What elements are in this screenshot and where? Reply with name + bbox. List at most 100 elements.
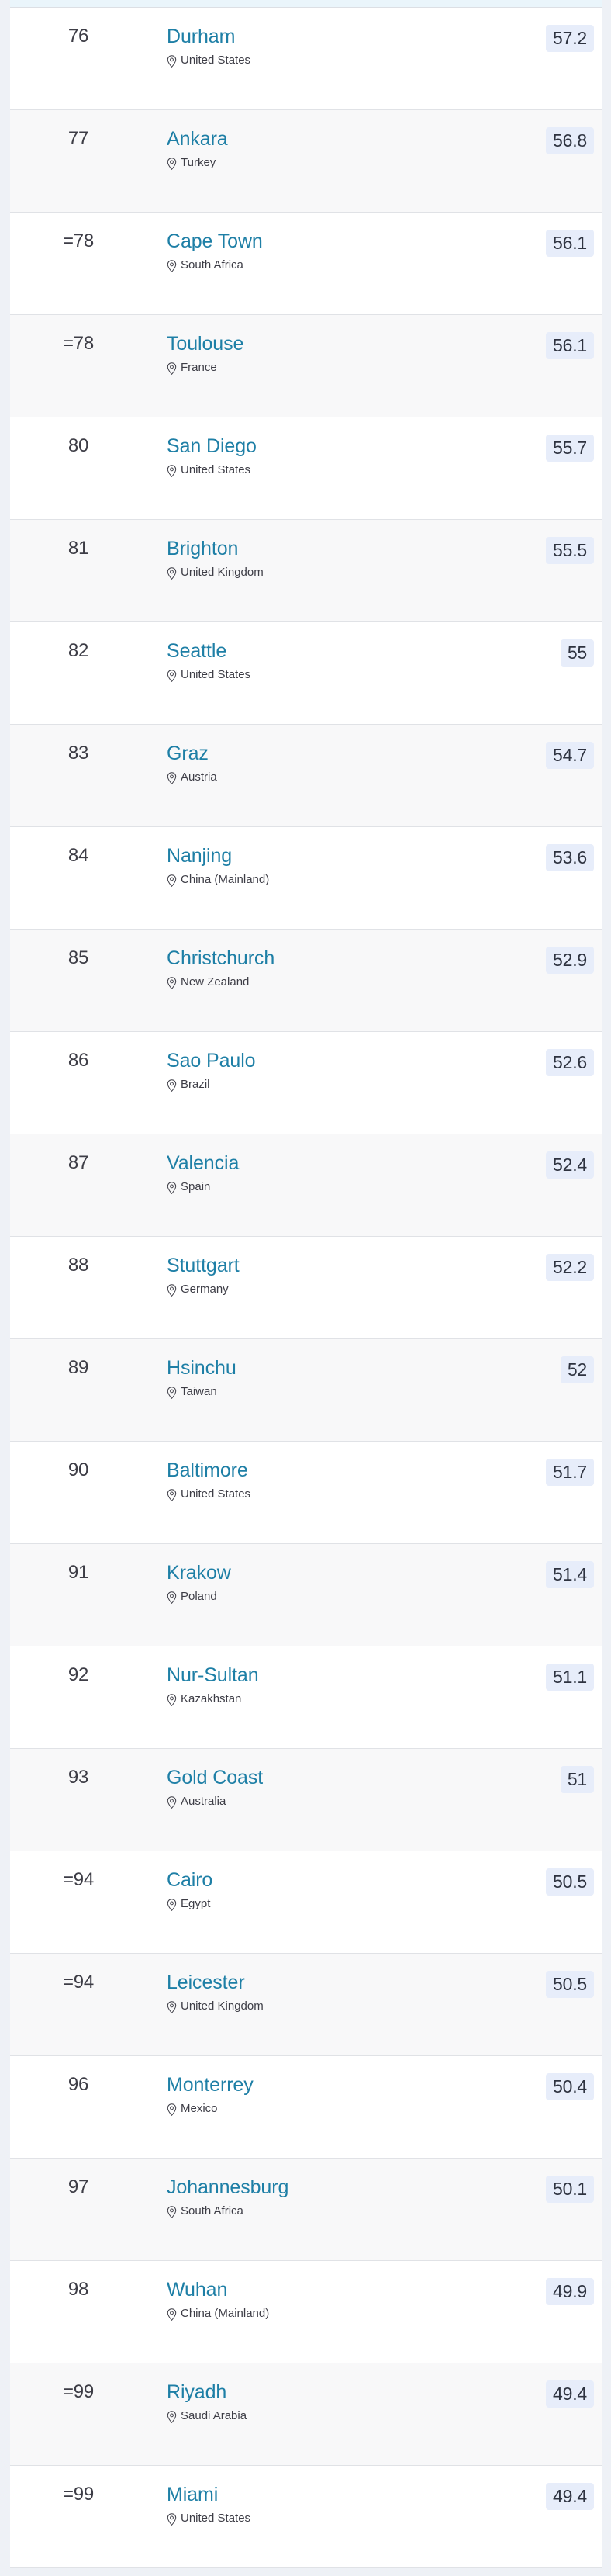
city-name-link[interactable]: Valencia xyxy=(167,1151,239,1175)
table-row[interactable]: 89 Hsinchu Taiwan 52 xyxy=(10,1339,602,1442)
city-name-link[interactable]: Stuttgart xyxy=(167,1254,240,1278)
city-country: Poland xyxy=(167,1588,485,1605)
city-name-link[interactable]: Cairo xyxy=(167,1868,212,1892)
score-badge: 51.7 xyxy=(546,1459,594,1486)
city-country: Turkey xyxy=(167,154,485,171)
location-pin-icon xyxy=(167,260,177,273)
rank-cell-89: 89 xyxy=(67,1357,89,1378)
table-row[interactable]: 96 Monterrey Mexico 50.4 xyxy=(10,2056,602,2159)
city-name-link[interactable]: Miami xyxy=(167,2483,218,2507)
table-row[interactable]: 81 Brighton United Kingdom 55.5 xyxy=(10,520,602,622)
city-country: China (Mainland) xyxy=(167,871,485,888)
city-cell: Sao Paulo Brazil xyxy=(157,1049,485,1093)
city-name-link[interactable]: San Diego xyxy=(167,435,257,459)
table-row[interactable]: 88 Stuttgart Germany 52.2 xyxy=(10,1237,602,1339)
city-cell: Nanjing China (Mainland) xyxy=(157,844,485,888)
table-row[interactable]: =99 Miami United States 49.4 xyxy=(10,2466,602,2568)
table-row[interactable]: 91 Krakow Poland 51.4 xyxy=(10,1544,602,1646)
city-name-link[interactable]: Nanjing xyxy=(167,844,232,868)
score-badge: 55 xyxy=(560,639,594,667)
rankings-page: 76 Durham United States 57.2 77 Ankara T… xyxy=(0,0,611,2576)
table-row[interactable]: 97 Johannesburg South Africa 50.1 xyxy=(10,2159,602,2261)
table-row[interactable]: =78 Toulouse France 56.1 xyxy=(10,315,602,417)
score-badge: 52.2 xyxy=(546,1254,594,1281)
city-name-link[interactable]: Monterrey xyxy=(167,2073,254,2097)
table-row[interactable]: 92 Nur-Sultan Kazakhstan 51.1 xyxy=(10,1646,602,1749)
city-name-link[interactable]: Riyadh xyxy=(167,2380,226,2405)
city-country: France xyxy=(167,359,485,376)
score-cell: 49.4 xyxy=(485,2380,602,2408)
city-name-link[interactable]: Krakow xyxy=(167,1561,231,1585)
score-cell: 50.5 xyxy=(485,1868,602,1896)
city-country: Saudi Arabia xyxy=(167,2408,485,2425)
city-name-link[interactable]: Leicester xyxy=(167,1971,245,1995)
city-cell: Nur-Sultan Kazakhstan xyxy=(157,1664,485,1708)
city-country: United States xyxy=(167,52,485,69)
city-name-link[interactable]: Nur-Sultan xyxy=(167,1664,259,1688)
city-name-link[interactable]: Johannesburg xyxy=(167,2176,288,2200)
country-label: Austria xyxy=(181,770,217,784)
country-label: New Zealand xyxy=(181,975,250,989)
rank-cell-98: 98 xyxy=(67,2279,89,2300)
table-row[interactable]: 82 Seattle United States 55 xyxy=(10,622,602,725)
city-name-link[interactable]: Gold Coast xyxy=(167,1766,263,1790)
country-label: Egypt xyxy=(181,1897,211,1910)
city-name-link[interactable]: Christchurch xyxy=(167,947,274,971)
city-country: Austria xyxy=(167,769,485,786)
country-label: China (Mainland) xyxy=(181,2307,270,2320)
city-name-link[interactable]: Seattle xyxy=(167,639,226,663)
table-row[interactable]: 93 Gold Coast Australia 51 xyxy=(10,1749,602,1851)
location-pin-icon xyxy=(167,2308,177,2322)
table-row[interactable]: 83 Graz Austria 54.7 xyxy=(10,725,602,827)
page-bottom-gap xyxy=(10,2568,602,2576)
city-name-link[interactable]: Cape Town xyxy=(167,230,263,254)
table-row[interactable]: =78 Cape Town South Africa 56.1 xyxy=(10,213,602,315)
table-row[interactable]: 98 Wuhan China (Mainland) 49.9 xyxy=(10,2261,602,2363)
city-name-link[interactable]: Ankara xyxy=(167,127,228,151)
table-row[interactable]: =94 Leicester United Kingdom 50.5 xyxy=(10,1954,602,2056)
city-name-link[interactable]: Baltimore xyxy=(167,1459,248,1483)
score-badge: 49.4 xyxy=(546,2483,594,2510)
table-row[interactable]: 85 Christchurch New Zealand 52.9 xyxy=(10,930,602,1032)
country-label: United States xyxy=(181,668,251,681)
table-row[interactable]: 87 Valencia Spain 52.4 xyxy=(10,1134,602,1237)
table-row[interactable]: 76 Durham United States 57.2 xyxy=(10,8,602,110)
score-badge: 50.5 xyxy=(546,1971,594,1998)
city-country: United States xyxy=(167,2510,485,2527)
city-country: Australia xyxy=(167,1793,485,1810)
city-country: China (Mainland) xyxy=(167,2305,485,2322)
city-name-link[interactable]: Brighton xyxy=(167,537,238,561)
rank-cell-eq99: =99 xyxy=(62,2381,95,2402)
city-country: Germany xyxy=(167,1281,485,1298)
table-row[interactable]: 80 San Diego United States 55.7 xyxy=(10,417,602,520)
country-label: United States xyxy=(181,463,251,476)
city-name-link[interactable]: Graz xyxy=(167,742,209,766)
table-row[interactable]: 84 Nanjing China (Mainland) 53.6 xyxy=(10,827,602,930)
city-country: New Zealand xyxy=(167,974,485,991)
rank-cell-85: 85 xyxy=(67,947,89,968)
city-name-link[interactable]: Durham xyxy=(167,25,235,49)
rank-cell-86: 86 xyxy=(67,1050,89,1071)
table-row[interactable]: 86 Sao Paulo Brazil 52.6 xyxy=(10,1032,602,1134)
city-cell: Cape Town South Africa xyxy=(157,230,485,274)
score-badge: 50.1 xyxy=(546,2176,594,2203)
table-row[interactable]: 77 Ankara Turkey 56.8 xyxy=(10,110,602,213)
score-cell: 55 xyxy=(485,639,602,667)
rank-cell-81: 81 xyxy=(67,538,89,559)
city-name-link[interactable]: Wuhan xyxy=(167,2278,227,2302)
city-name-link[interactable]: Sao Paulo xyxy=(167,1049,256,1073)
city-name-link[interactable]: Toulouse xyxy=(167,332,243,356)
country-label: United States xyxy=(181,54,251,67)
location-pin-icon xyxy=(167,1284,177,1297)
score-badge: 53.6 xyxy=(546,844,594,871)
table-row[interactable]: 90 Baltimore United States 51.7 xyxy=(10,1442,602,1544)
score-badge: 56.1 xyxy=(546,332,594,359)
city-cell: Leicester United Kingdom xyxy=(157,1971,485,2015)
table-row[interactable]: =99 Riyadh Saudi Arabia 49.4 xyxy=(10,2363,602,2466)
table-row[interactable]: =94 Cairo Egypt 50.5 xyxy=(10,1851,602,1954)
country-label: Turkey xyxy=(181,156,216,169)
country-label: Kazakhstan xyxy=(181,1692,242,1705)
city-name-link[interactable]: Hsinchu xyxy=(167,1356,236,1380)
city-country: South Africa xyxy=(167,257,485,274)
score-badge: 54.7 xyxy=(546,742,594,769)
